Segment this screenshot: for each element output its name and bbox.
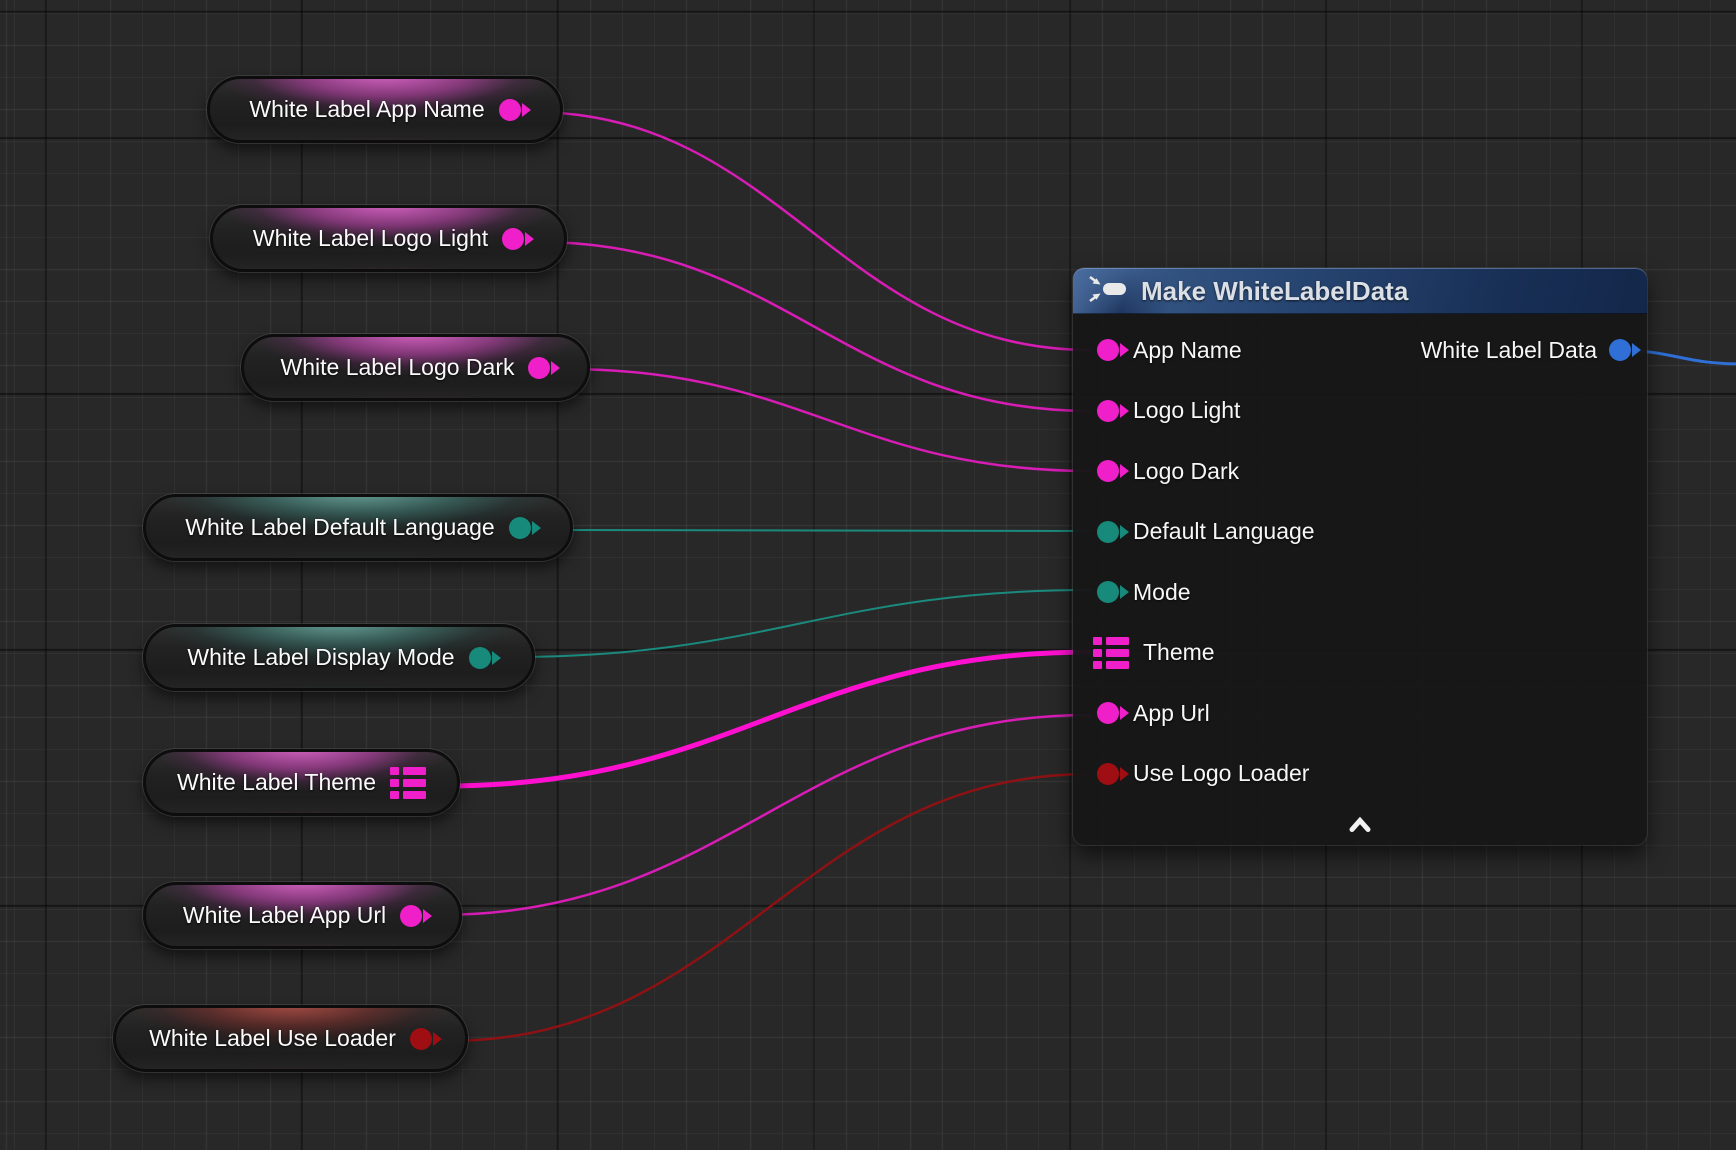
- wire-theme[interactable]: [443, 652, 1091, 786]
- enum-input-pin-icon[interactable]: [1097, 521, 1119, 543]
- enum-input-pin-icon[interactable]: [1097, 581, 1119, 603]
- wire-default-language[interactable]: [549, 530, 1091, 531]
- node-header[interactable]: Make WhiteLabelData: [1073, 268, 1647, 314]
- pin-row-theme: Theme: [1073, 623, 1647, 684]
- struct-input-pin-icon[interactable]: [1093, 637, 1129, 669]
- getter-label: White Label Theme: [177, 769, 376, 796]
- struct-output-pin-icon[interactable]: [1609, 339, 1631, 361]
- wire-logo-light[interactable]: [537, 242, 1091, 411]
- pin-label: App Name: [1133, 337, 1242, 364]
- string-input-pin-icon[interactable]: [1097, 400, 1119, 422]
- pin-label: Logo Light: [1133, 397, 1240, 424]
- string-output-pin-icon[interactable]: [528, 357, 550, 379]
- getter-node-white-label-theme[interactable]: White Label Theme: [143, 749, 460, 816]
- getter-label: White Label App Url: [183, 902, 386, 929]
- node-collapse-button[interactable]: [1073, 813, 1647, 841]
- chevron-up-icon: [1349, 817, 1371, 837]
- pin-row-default-language: Default Language: [1073, 502, 1647, 563]
- getter-label: White Label Logo Light: [253, 225, 488, 252]
- getter-node-white-label-app-url[interactable]: White Label App Url: [143, 882, 462, 949]
- blueprint-graph-canvas[interactable]: White Label App Name White Label Logo Li…: [0, 0, 1736, 1150]
- wire-logo-dark[interactable]: [565, 369, 1091, 471]
- string-input-pin-icon[interactable]: [1097, 339, 1119, 361]
- getter-node-white-label-app-name[interactable]: White Label App Name: [207, 76, 563, 143]
- getter-node-white-label-logo-dark[interactable]: White Label Logo Dark: [241, 334, 590, 401]
- wire-display-mode[interactable]: [509, 590, 1091, 657]
- pin-label: Default Language: [1133, 518, 1315, 545]
- getter-label: White Label Logo Dark: [281, 354, 515, 381]
- bool-input-pin-icon[interactable]: [1097, 763, 1119, 785]
- getter-label: White Label App Name: [249, 96, 484, 123]
- getter-label: White Label Use Loader: [149, 1025, 396, 1052]
- enum-output-pin-icon[interactable]: [469, 647, 491, 669]
- string-input-pin-icon[interactable]: [1097, 460, 1119, 482]
- pin-row-white-label-data: White Label Data: [1421, 320, 1631, 381]
- getter-label: White Label Default Language: [185, 514, 494, 541]
- getter-node-white-label-use-loader[interactable]: White Label Use Loader: [113, 1005, 468, 1072]
- wire-app-url[interactable]: [437, 715, 1091, 915]
- pin-label: White Label Data: [1421, 337, 1597, 364]
- getter-node-white-label-logo-light[interactable]: White Label Logo Light: [210, 205, 567, 272]
- pin-row-mode: Mode: [1073, 562, 1647, 623]
- string-input-pin-icon[interactable]: [1097, 702, 1119, 724]
- pin-label: App Url: [1133, 700, 1210, 727]
- getter-node-white-label-default-language[interactable]: White Label Default Language: [143, 494, 573, 561]
- node-title: Make WhiteLabelData: [1141, 276, 1408, 307]
- pin-label: Mode: [1133, 579, 1191, 606]
- enum-output-pin-icon[interactable]: [509, 517, 531, 539]
- pin-row-logo-dark: Logo Dark: [1073, 441, 1647, 502]
- make-struct-icon: [1087, 274, 1129, 309]
- getter-node-white-label-display-mode[interactable]: White Label Display Mode: [143, 624, 535, 691]
- pin-label: Logo Dark: [1133, 458, 1239, 485]
- string-output-pin-icon[interactable]: [499, 99, 521, 121]
- pin-row-logo-light: Logo Light: [1073, 381, 1647, 442]
- wire-use-loader[interactable]: [447, 774, 1091, 1041]
- pin-label: Use Logo Loader: [1133, 760, 1309, 787]
- pin-label: Theme: [1143, 639, 1215, 666]
- pin-row-app-url: App Url: [1073, 683, 1647, 744]
- struct-output-pin-icon[interactable]: [390, 767, 426, 799]
- make-whitelabeldata-node[interactable]: Make WhiteLabelData App Name Logo Light …: [1073, 268, 1647, 845]
- string-output-pin-icon[interactable]: [502, 228, 524, 250]
- wire-app-name[interactable]: [531, 112, 1091, 350]
- pin-row-use-logo-loader: Use Logo Loader: [1073, 744, 1647, 805]
- string-output-pin-icon[interactable]: [400, 905, 422, 927]
- bool-output-pin-icon[interactable]: [410, 1028, 432, 1050]
- getter-label: White Label Display Mode: [187, 644, 454, 671]
